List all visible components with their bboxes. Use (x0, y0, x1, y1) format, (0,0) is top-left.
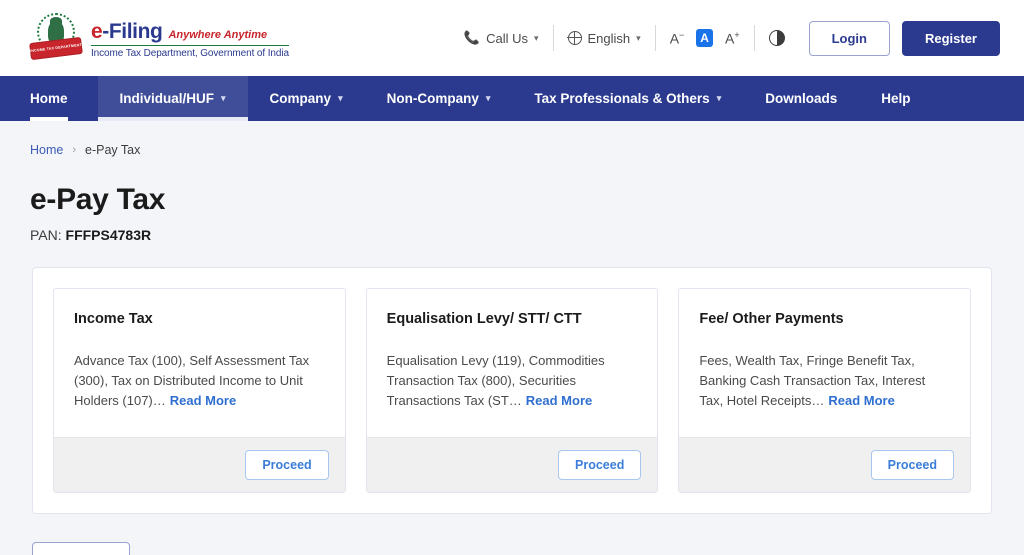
chevron-down-icon: ▾ (716, 93, 722, 103)
card-description: Advance Tax (100), Self Assessment Tax (… (74, 353, 310, 408)
breadcrumb-home-link[interactable]: Home (30, 143, 63, 157)
read-more-link[interactable]: Read More (828, 393, 894, 408)
page-title: e-Pay Tax (30, 183, 166, 216)
nav-item-company[interactable]: Company ▾ (248, 76, 365, 121)
card-title: Fee/ Other Payments (699, 311, 844, 327)
brand-tagline: Anywhere Anytime (168, 28, 268, 41)
proceed-button[interactable]: Proceed (558, 450, 642, 480)
brand-logo[interactable]: INCOME TAX DEPARTMENT e-Filing Anywhere … (29, 12, 289, 64)
card-footer: Proceed (679, 437, 971, 492)
nav-item-help[interactable]: Help (859, 76, 932, 121)
language-label: English (587, 30, 631, 46)
card-income-tax[interactable]: Income Tax Advance Tax (100), Self Asses… (53, 288, 346, 493)
brand-department: Income Tax Department, Government of Ind… (91, 47, 289, 59)
pan-label: PAN: (30, 227, 62, 243)
contrast-toggle-button[interactable] (755, 30, 799, 46)
globe-icon (567, 30, 582, 46)
chevron-down-icon: ▾ (338, 93, 343, 103)
back-button-wrapper: ‹ Back (0, 514, 1024, 555)
chevron-down-icon: ▾ (485, 93, 491, 103)
nav-label: Company (269, 91, 332, 106)
brand-text: e-Filing Anywhere Anytime Income Tax Dep… (91, 18, 289, 59)
pan-display: PAN: FFFPS4783R (0, 217, 1024, 243)
login-button[interactable]: Login (808, 20, 890, 56)
register-button[interactable]: Register (901, 20, 1000, 56)
back-button[interactable]: ‹ Back (32, 542, 130, 555)
card-fee-other-payments[interactable]: Fee/ Other Payments Fees, Wealth Tax, Fr… (678, 288, 972, 493)
card-body: Income Tax Advance Tax (100), Self Asses… (54, 289, 345, 437)
nav-label: Non-Company (386, 91, 479, 106)
call-us-dropdown[interactable]: 📞 Call Us ▾ (450, 30, 553, 46)
brand-efiling: e-Filing (91, 19, 163, 43)
nav-label: Tax Professionals & Others (534, 91, 710, 106)
card-equalisation-levy-stt-ctt[interactable]: Equalisation Levy/ STT/ CTT Equalisation… (365, 288, 659, 493)
card-title: Equalisation Levy/ STT/ CTT (386, 311, 582, 327)
font-normal-button[interactable]: A (696, 29, 713, 47)
nav-label: Help (881, 91, 911, 106)
read-more-link[interactable]: Read More (170, 393, 236, 408)
font-decrease-button[interactable]: A− (670, 30, 685, 45)
nav-item-home[interactable]: Home (30, 76, 98, 121)
card-description: Fees, Wealth Tax, Fringe Benefit Tax, Ba… (699, 353, 926, 408)
nav-item-downloads[interactable]: Downloads (743, 76, 859, 121)
card-footer: Proceed (54, 437, 345, 492)
chevron-down-icon: ▾ (636, 32, 641, 43)
contrast-icon (768, 30, 785, 46)
call-us-label: Call Us (486, 30, 528, 46)
payment-category-panel: Income Tax Advance Tax (100), Self Asses… (32, 267, 992, 514)
font-size-controls: A− A A+ (656, 29, 754, 47)
card-title: Income Tax (74, 311, 153, 327)
card-body: Equalisation Levy/ STT/ CTT Equalisation… (367, 289, 658, 437)
nav-label: Downloads (765, 91, 838, 106)
breadcrumb-current: e-Pay Tax (85, 143, 141, 157)
main-navigation: Home Individual/HUF ▾ Company ▾ Non-Comp… (0, 76, 1024, 121)
language-selector[interactable]: English ▾ (554, 31, 655, 46)
proceed-button[interactable]: Proceed (245, 450, 329, 480)
proceed-button[interactable]: Proceed (870, 450, 955, 480)
chevron-down-icon: ▾ (533, 32, 539, 43)
font-increase-button[interactable]: A+ (725, 30, 740, 45)
card-description: Equalisation Levy (119), Commodities Tra… (386, 353, 605, 408)
breadcrumb-separator-icon: › (72, 144, 77, 156)
read-more-link[interactable]: Read More (526, 393, 592, 408)
breadcrumb: Home › e-Pay Tax (0, 121, 1024, 157)
nav-label: Individual/HUF (119, 91, 215, 106)
nav-item-individual-huf[interactable]: Individual/HUF ▾ (97, 76, 248, 121)
card-body: Fee/ Other Payments Fees, Wealth Tax, Fr… (679, 289, 970, 437)
pan-value: FFFPS4783R (65, 227, 152, 243)
emblem-banner-text: INCOME TAX DEPARTMENT (29, 42, 83, 54)
nav-item-non-company[interactable]: Non-Company ▾ (365, 76, 513, 121)
phone-icon: 📞 (463, 30, 481, 45)
chevron-down-icon: ▾ (221, 93, 226, 103)
nav-label: Home (30, 91, 68, 106)
nav-item-tax-professionals[interactable]: Tax Professionals & Others ▾ (512, 76, 743, 121)
header-utilities: 📞 Call Us ▾ English ▾ A− A A+ Login Regi… (450, 20, 1000, 56)
top-header: INCOME TAX DEPARTMENT e-Filing Anywhere … (0, 0, 1024, 76)
card-footer: Proceed (366, 437, 658, 492)
india-state-emblem-icon: INCOME TAX DEPARTMENT (29, 12, 83, 64)
